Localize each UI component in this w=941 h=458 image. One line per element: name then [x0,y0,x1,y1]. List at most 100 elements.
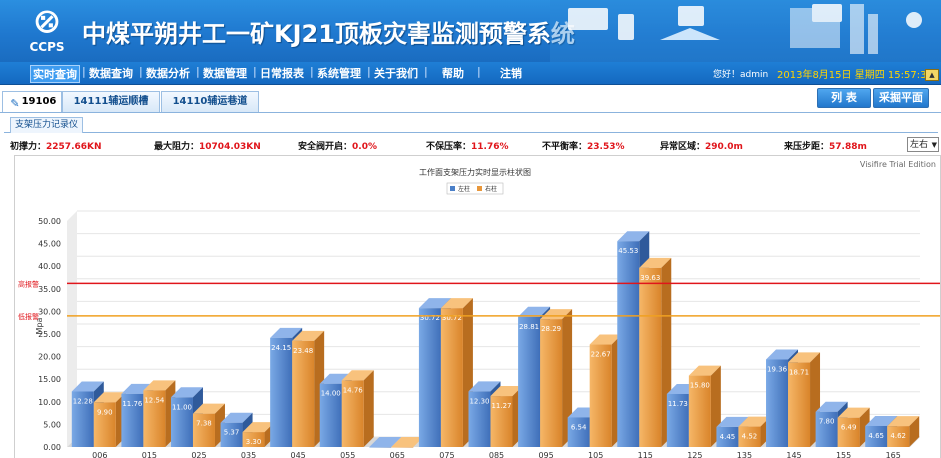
bar-right-105 [589,344,612,447]
nav-separator: | [82,65,86,78]
list-button[interactable]: 列 表 [817,88,871,108]
x-tick-label: 095 [538,451,553,458]
high-alarm-label: 高报警 [18,279,39,288]
bar-right-055-side [363,370,374,447]
data-label-right: 15.80 [690,382,710,390]
nav-separator: | [310,65,314,78]
y-tick-label: 40.00 [38,262,61,271]
nav-item-data-management[interactable]: 数据管理 [203,65,247,81]
nav-item-data-analysis[interactable]: 数据分析 [146,65,190,81]
bar-right-045 [292,340,315,447]
data-label-right: 23.48 [293,347,313,355]
y-tick-label: 50.00 [38,217,61,226]
y-tick-label: 10.00 [38,398,61,407]
bar-left-075 [418,308,441,447]
x-tick-label: 075 [439,451,454,458]
bar-right-025 [192,413,215,447]
column-side-select[interactable]: 左右 ▼ [907,137,939,152]
y-tick-label: 45.00 [38,240,61,249]
x-tick-label: 065 [390,451,405,458]
bar-right-095 [540,319,563,447]
y-tick-label: 0.00 [43,443,61,452]
data-label-right: 6.49 [841,424,857,432]
data-label-left: 4.65 [868,432,884,440]
nav-item-help[interactable]: 帮助 [442,65,464,81]
edit-icon: ✎ [10,97,20,110]
stat-pressure-loss-rate: 不保压率：11.76% [426,142,509,152]
header-decoration-icon [550,0,941,62]
collapse-up-icon[interactable]: ▲ [925,69,939,81]
chart-title: 工作面支架压力实时显示柱状图 [419,167,531,177]
data-label-right: 18.71 [789,368,809,376]
mining-plan-button[interactable]: 采掘平面 [873,88,929,108]
data-label-left: 11.73 [668,400,688,408]
y-tick-label: 15.00 [38,375,61,384]
data-label-left: 28.81 [519,323,539,331]
x-tick-label: 105 [588,451,603,458]
legend-swatch-right [477,186,482,191]
x-tick-label: 085 [489,451,504,458]
company-logo: ⦼ CCPS [22,6,72,58]
nav-item-logout[interactable]: 注销 [500,65,522,81]
current-datetime: 2013年8月15日 星期四 15:57:37 [777,70,933,81]
logo-mark-icon: ⦼ [35,5,59,40]
stat-weighting-interval: 来压步距：57.88m [784,142,867,152]
data-label-left: 45.53 [618,247,638,255]
x-tick-label: 155 [836,451,851,458]
stat-initial-force: 初撑力：2257.66KN [10,142,102,152]
nav-item-daily-report[interactable]: 日常报表 [260,65,304,81]
x-tick-label: 035 [241,451,256,458]
low-alarm-label: 低报警 [18,312,39,321]
nav-item-data-query[interactable]: 数据查询 [89,65,133,81]
data-label-right: 9.90 [97,408,113,416]
chart-canvas: 0.005.0010.0015.0020.0025.0030.0035.0040… [18,167,940,458]
data-label-right: 12.54 [144,396,165,404]
nav-separator: | [253,65,257,78]
data-label-right: 11.27 [491,402,511,410]
data-label-right: 4.52 [742,433,758,441]
tab-19106[interactable]: ✎ 19106 [2,91,62,112]
data-label-right: 22.67 [591,351,611,359]
bar-left-115 [617,241,640,447]
nav-item-system-management[interactable]: 系统管理 [317,65,361,81]
bar-right-115 [639,267,662,447]
legend-swatch-left [450,186,455,191]
x-tick-label: 015 [142,451,157,458]
data-label-right: 39.63 [640,274,660,282]
x-tick-label: 045 [291,451,306,458]
legend-label-right: 右柱 [485,185,497,193]
stat-imbalance-rate: 不平衡率：23.53% [542,142,625,152]
bar-right-065 [391,447,414,448]
nav-item-about[interactable]: 关于我们 [374,65,418,81]
y-tick-label: 35.00 [38,285,61,294]
app-title: 中煤平朔井工一矿KJ21顶板灾害监测预警系统 [82,20,575,48]
nav-item-realtime[interactable]: 实时查询 [30,65,80,83]
nav-separator: | [367,65,371,78]
tab-14110[interactable]: 14110辅运巷道 [161,91,259,112]
data-label-left: 5.37 [224,429,240,437]
subtab-support-pressure[interactable]: 支架压力记录仪 [10,117,84,133]
data-label-left: 0.00 [373,453,389,458]
data-label-left: 4.45 [720,433,736,441]
nav-separator: | [477,65,481,78]
nav-separator: | [196,65,200,78]
stat-abnormal-area: 异常区域：290.0m [660,142,743,152]
data-label-right: 7.38 [196,420,212,428]
bar-left-095 [518,316,541,447]
bar-right-075 [440,308,463,447]
data-label-right: 3.30 [246,438,262,446]
data-label-left: 19.36 [767,365,788,373]
tab-14111[interactable]: 14111辅运顺槽 [62,91,160,112]
main-nav: 实时查询 | 数据查询 | 数据分析 | 数据管理 | 日常报表 | 系统管理 … [0,62,941,85]
x-tick-label: 025 [191,451,206,458]
data-label-left: 7.80 [819,418,835,426]
data-label-left: 12.28 [73,397,93,405]
data-label-left: 6.54 [571,423,587,431]
x-tick-label: 125 [687,451,702,458]
pressure-chart: Visifire Trial Edition 0.00 5.00 10.00 15.0… [14,155,941,458]
y-tick-label: 20.00 [38,353,61,362]
stat-safety-valve: 安全阀开启：0.0% [298,142,377,152]
legend-label-left: 左柱 [458,185,470,193]
x-tick-label: 006 [92,451,107,458]
data-label-right: 14.76 [343,386,364,394]
